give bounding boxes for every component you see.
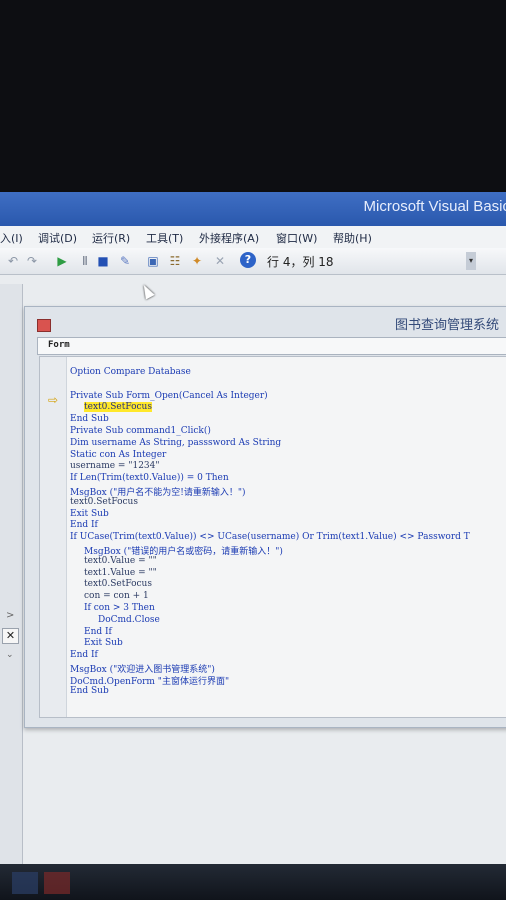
code-line[interactable]: Static con As Integer [70, 450, 166, 460]
code-editor[interactable]: ⇨ Option Compare Database Private Sub For… [39, 356, 506, 718]
menu-insert[interactable]: 入(I) [0, 230, 23, 246]
code-line[interactable]: End If [70, 650, 98, 660]
code-line[interactable]: End Sub [70, 414, 109, 424]
code-window-title: 图书查询管理系统 [395, 318, 500, 333]
code-line[interactable]: If con > 3 Then [84, 603, 155, 613]
menu-window[interactable]: 窗口(W) [276, 230, 317, 246]
left-dock-panel: > ✕ ⌄ [0, 284, 23, 864]
menu-help[interactable]: 帮助(H) [333, 230, 372, 246]
design-mode-icon[interactable]: ✎ [118, 254, 132, 268]
code-line[interactable]: Private Sub command1_Click() [70, 426, 211, 436]
code-line[interactable]: text1.Value = "" [84, 568, 157, 578]
code-line[interactable]: DoCmd.Close [98, 615, 160, 625]
code-line[interactable]: text0.Value = "" [84, 556, 157, 566]
code-line[interactable]: Private Sub Form_Open(Cancel As Integer) [70, 391, 268, 401]
code-line[interactable]: Exit Sub [70, 509, 109, 519]
code-line[interactable]: con = con + 1 [84, 591, 149, 601]
panel-close-button[interactable]: ✕ [2, 628, 19, 644]
mouse-pointer-icon [139, 282, 155, 300]
panel-arrow-icon[interactable]: > [6, 610, 14, 621]
app-title: Microsoft Visual Basic [363, 198, 506, 215]
toolbar-overflow-handle[interactable]: ▾ [466, 252, 476, 270]
execution-arrow-icon: ⇨ [48, 393, 59, 407]
pause-icon[interactable]: Ⅱ [78, 254, 92, 268]
redo-icon[interactable]: ↷ [25, 254, 39, 268]
code-gutter: ⇨ [40, 357, 67, 717]
code-line[interactable]: text0.SetFocus [84, 402, 152, 413]
stop-icon[interactable]: ■ [96, 254, 110, 268]
title-bar: Microsoft Visual Basic [0, 192, 506, 226]
code-line[interactable]: If UCase(Trim(text0.Value)) <> UCase(use… [70, 532, 470, 542]
taskbar [0, 864, 506, 900]
help-icon[interactable]: ? [240, 252, 256, 268]
object-dropdown[interactable]: Form [37, 337, 506, 355]
code-line[interactable]: Option Compare Database [70, 367, 191, 377]
menu-bar: 入(I) 调试(D) 运行(R) 工具(T) 外接程序(A) 窗口(W) 帮助(… [0, 226, 506, 248]
menu-addins[interactable]: 外接程序(A) [199, 230, 259, 246]
code-line[interactable]: End Sub [70, 686, 109, 696]
menu-tools[interactable]: 工具(T) [146, 230, 183, 246]
code-line[interactable]: text0.SetFocus [84, 579, 152, 589]
access-form-icon [37, 319, 51, 332]
standard-toolbar: ↶ ↷ ▶ Ⅱ ■ ✎ ▣ ☷ ✦ ✕ ? 行 4，列 18 ▾ [0, 248, 506, 275]
menu-debug[interactable]: 调试(D) [38, 230, 77, 246]
code-line[interactable]: Dim username As String, passsword As Str… [70, 438, 281, 448]
project-explorer-icon[interactable]: ▣ [146, 254, 160, 268]
code-line[interactable]: username = "1234" [70, 461, 160, 471]
code-line[interactable]: Exit Sub [84, 638, 123, 648]
panel-chevron-down-icon[interactable]: ⌄ [6, 650, 14, 660]
code-line[interactable]: End If [70, 520, 98, 530]
object-browser-icon[interactable]: ✦ [190, 254, 204, 268]
taskbar-app-icon[interactable] [12, 872, 38, 894]
code-line[interactable]: If Len(Trim(text0.Value)) = 0 Then [70, 473, 229, 483]
properties-icon[interactable]: ☷ [168, 254, 182, 268]
toolbox-icon[interactable]: ✕ [213, 254, 227, 268]
run-icon[interactable]: ▶ [55, 254, 69, 268]
taskbar-app-icon[interactable] [44, 872, 70, 894]
code-window: 图书查询管理系统 Form ⇨ Option Compare Database P… [24, 306, 506, 728]
cursor-position-status: 行 4，列 18 [267, 255, 334, 269]
menu-run[interactable]: 运行(R) [92, 230, 130, 246]
undo-icon[interactable]: ↶ [6, 254, 20, 268]
object-dropdown-value: Form [48, 340, 70, 350]
desktop-screen: Microsoft Visual Basic 入(I) 调试(D) 运行(R) … [0, 192, 506, 864]
code-line[interactable]: End If [84, 627, 112, 637]
code-line[interactable]: text0.SetFocus [70, 497, 138, 507]
